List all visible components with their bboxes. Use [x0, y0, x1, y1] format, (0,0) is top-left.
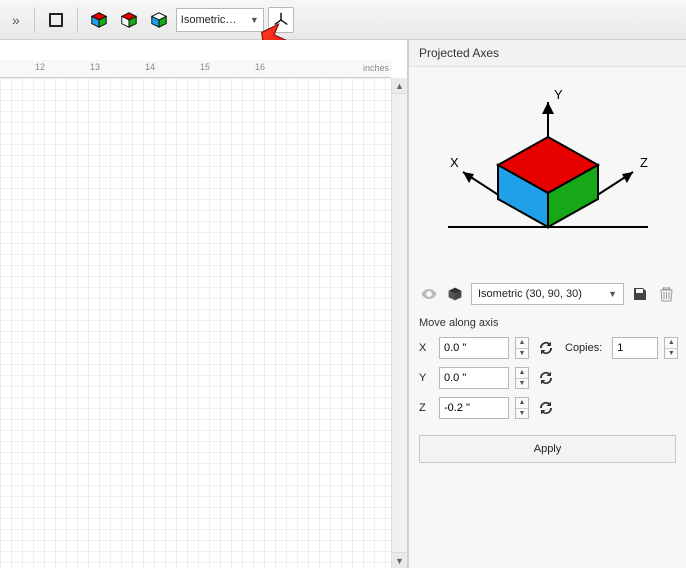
x-value-input[interactable] — [439, 337, 509, 359]
cube-side-button[interactable] — [146, 7, 172, 33]
axis-z-label: Z — [640, 155, 648, 170]
cube-top-icon — [120, 11, 138, 29]
toolbar-separator — [34, 7, 35, 33]
z-axis-label: Z — [419, 402, 433, 414]
preset-value: Isometric (30, 90, 30) — [478, 288, 582, 300]
spinner-up-icon[interactable]: ▲ — [516, 368, 528, 379]
z-spinner[interactable]: ▲▼ — [515, 397, 529, 419]
toolbar: » Isometric… ▼ — [0, 0, 686, 40]
sync-icon — [538, 370, 554, 386]
axis-preview-svg: X Z Y — [428, 77, 668, 267]
copies-label: Copies: — [565, 342, 606, 354]
ruler-tick: 14 — [145, 62, 155, 72]
save-preset-button[interactable] — [630, 284, 650, 304]
scroll-down-button[interactable]: ▼ — [392, 552, 407, 568]
visibility-toggle-button[interactable] — [419, 284, 439, 304]
spinner-up-icon[interactable]: ▲ — [516, 398, 528, 409]
axis-y-label: Y — [554, 87, 563, 102]
eye-icon — [421, 288, 437, 300]
canvas-area[interactable]: 12 13 14 15 16 inches ▲ ▼ — [0, 40, 408, 568]
rectangle-icon — [49, 13, 63, 27]
cube-preset-button[interactable] — [445, 284, 465, 304]
apply-button[interactable]: Apply — [419, 435, 676, 463]
x-axis-label: X — [419, 342, 433, 354]
copies-input[interactable] — [612, 337, 658, 359]
y-spinner[interactable]: ▲▼ — [515, 367, 529, 389]
chevron-down-icon: ▼ — [608, 289, 617, 299]
panel-title: Projected Axes — [409, 40, 686, 67]
cube-front-icon — [90, 11, 108, 29]
ruler-tick: 16 — [255, 62, 265, 72]
apply-button-label: Apply — [534, 443, 562, 455]
scroll-up-button[interactable]: ▲ — [392, 78, 407, 94]
save-icon — [633, 287, 647, 301]
spinner-up-icon[interactable]: ▲ — [665, 338, 677, 349]
axes-icon — [272, 11, 290, 29]
chevron-down-icon: ▼ — [250, 15, 259, 25]
rectangle-tool-button[interactable] — [43, 7, 69, 33]
spinner-up-icon[interactable]: ▲ — [516, 338, 528, 349]
vertical-scrollbar[interactable]: ▲ ▼ — [391, 78, 407, 568]
z-sync-button[interactable] — [535, 397, 557, 419]
copies-field[interactable] — [613, 342, 657, 354]
axis-preview: X Z Y — [409, 67, 686, 277]
axis-inputs: X ▲▼ Copies: ▲▼ Y ▲▼ Z — [409, 335, 686, 431]
cube-side-icon — [150, 11, 168, 29]
projection-preset-dropdown[interactable]: Isometric… ▼ — [176, 8, 264, 32]
spinner-down-icon[interactable]: ▼ — [516, 349, 528, 359]
y-value-input[interactable] — [439, 367, 509, 389]
cube-icon — [447, 286, 463, 302]
y-sync-button[interactable] — [535, 367, 557, 389]
ruler-tick: 15 — [200, 62, 210, 72]
copies-spinner[interactable]: ▲▼ — [664, 337, 678, 359]
toolbar-separator — [77, 7, 78, 33]
x-spinner[interactable]: ▲▼ — [515, 337, 529, 359]
delete-preset-button[interactable] — [656, 284, 676, 304]
axis-x-label: X — [450, 155, 459, 170]
horizontal-ruler: 12 13 14 15 16 inches — [0, 60, 391, 78]
move-along-axis-label: Move along axis — [409, 315, 686, 335]
cube-top-button[interactable] — [116, 7, 142, 33]
spinner-down-icon[interactable]: ▼ — [516, 379, 528, 389]
ruler-unit-label: inches — [363, 63, 389, 73]
y-value-field[interactable] — [440, 372, 508, 384]
cube-front-button[interactable] — [86, 7, 112, 33]
preset-dropdown[interactable]: Isometric (30, 90, 30) ▼ — [471, 283, 624, 305]
trash-icon — [660, 287, 673, 302]
x-value-field[interactable] — [440, 342, 508, 354]
projected-axes-button[interactable] — [268, 7, 294, 33]
ruler-tick: 12 — [35, 62, 45, 72]
projection-preset-label: Isometric… — [181, 14, 237, 26]
projected-axes-panel: Projected Axes X Z — [408, 40, 686, 568]
ruler-tick: 13 — [90, 62, 100, 72]
preset-row: Isometric (30, 90, 30) ▼ — [409, 277, 686, 315]
z-value-field[interactable] — [440, 402, 508, 414]
canvas-grid[interactable] — [0, 78, 391, 568]
toolbar-overflow-button[interactable]: » — [6, 8, 26, 32]
sync-icon — [538, 400, 554, 416]
sync-icon — [538, 340, 554, 356]
y-axis-label: Y — [419, 372, 433, 384]
z-value-input[interactable] — [439, 397, 509, 419]
x-sync-button[interactable] — [535, 337, 557, 359]
spinner-down-icon[interactable]: ▼ — [665, 349, 677, 359]
spinner-down-icon[interactable]: ▼ — [516, 409, 528, 419]
